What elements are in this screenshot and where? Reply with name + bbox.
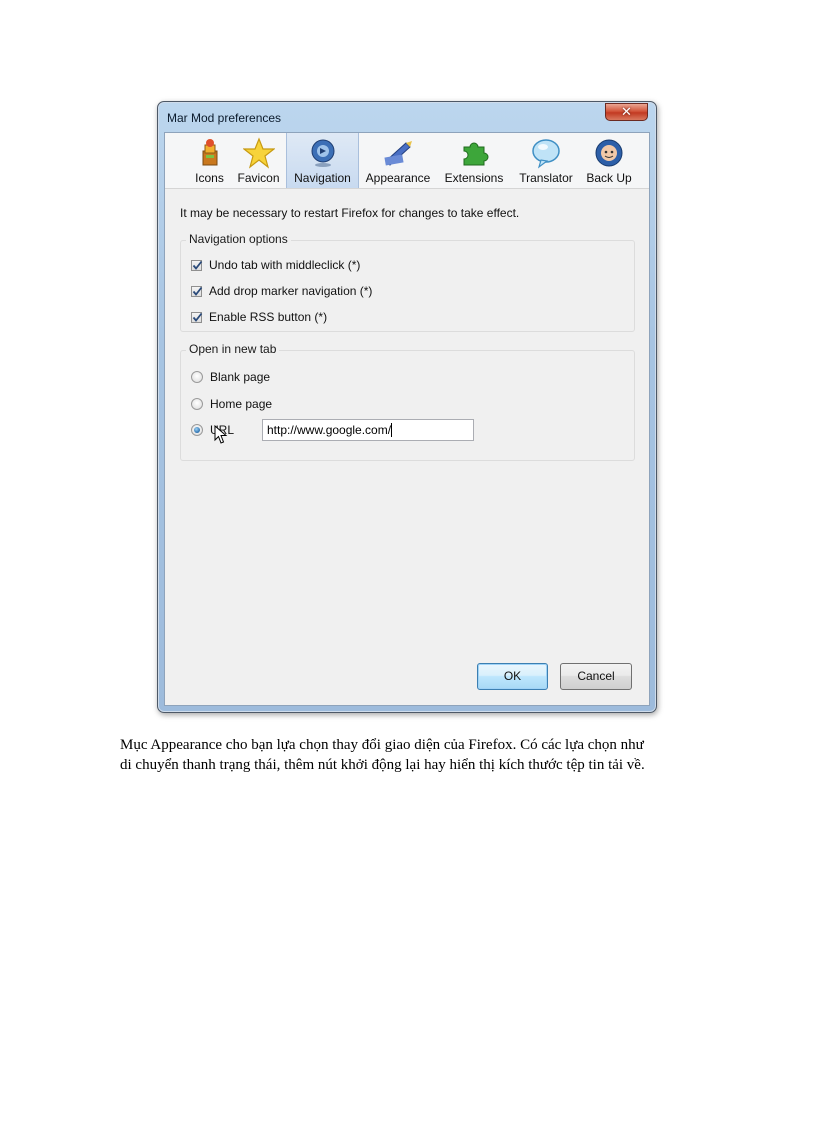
tab-navigation[interactable]: Navigation <box>286 133 359 188</box>
navigation-options-group: Navigation options Undo tab with middlec… <box>180 232 635 332</box>
star-icon <box>242 137 275 169</box>
radio-blank-page[interactable]: Blank page <box>191 368 270 386</box>
checkbox-label: Undo tab with middleclick (*) <box>209 258 361 272</box>
ok-button[interactable]: OK <box>477 663 548 690</box>
preferences-dialog: Mar Mod preferences ✕ Icons Favicon Navi… <box>157 101 657 713</box>
mouse-pointer-icon <box>214 425 228 444</box>
checkbox-drop-marker[interactable]: Add drop marker navigation (*) <box>191 282 372 300</box>
checkbox-box[interactable] <box>191 259 203 271</box>
preferences-toolbar: Icons Favicon Navigation Appearance Exte… <box>165 133 649 189</box>
radio-button[interactable] <box>191 371 203 383</box>
checkbox-rss-button[interactable]: Enable RSS button (*) <box>191 308 327 326</box>
checkmark-icon <box>192 286 203 296</box>
tab-icons-label: Icons <box>195 171 224 185</box>
window-title: Mar Mod preferences <box>167 111 282 125</box>
tab-extensions-label: Extensions <box>444 171 504 185</box>
radio-label: Home page <box>210 397 273 411</box>
restart-notice: It may be necessary to restart Firefox f… <box>180 206 520 220</box>
appearance-icon <box>384 141 412 166</box>
tab-translator-label: Translator <box>519 171 573 185</box>
checkmark-icon <box>192 312 203 322</box>
navigation-icon <box>311 139 334 167</box>
tab-back-up-label: Back Up <box>586 171 632 185</box>
open-in-new-tab-title: Open in new tab <box>186 342 280 356</box>
tab-icons[interactable]: Icons <box>188 133 231 188</box>
checkbox-undo-tab[interactable]: Undo tab with middleclick (*) <box>191 256 360 274</box>
checkbox-label: Enable RSS button (*) <box>209 310 328 324</box>
url-input-value: http://www.google.com/ <box>267 423 392 437</box>
caption-text: Mục Appearance cho bạn lựa chọn thay đổi… <box>120 735 720 775</box>
tab-back-up[interactable]: Back Up <box>581 133 637 188</box>
open-in-new-tab-group: Open in new tab Blank page Home page URL… <box>180 342 635 461</box>
navigation-options-title: Navigation options <box>186 232 291 246</box>
tab-favicon-label: Favicon <box>237 171 280 185</box>
checkbox-label: Add drop marker navigation (*) <box>209 284 373 298</box>
cancel-button[interactable]: Cancel <box>560 663 632 690</box>
radio-home-page[interactable]: Home page <box>191 395 272 413</box>
title-bar[interactable]: Mar Mod preferences ✕ <box>158 102 656 132</box>
caption-line-1: Mục Appearance cho bạn lựa chọn thay đổi… <box>120 737 644 753</box>
text-caret <box>391 423 393 437</box>
radio-label: Blank page <box>210 370 271 384</box>
url-input[interactable]: http://www.google.com/ <box>262 419 474 441</box>
checkbox-box[interactable] <box>191 311 203 323</box>
tab-appearance[interactable]: Appearance <box>359 133 437 188</box>
checkbox-box[interactable] <box>191 285 203 297</box>
tab-favicon[interactable]: Favicon <box>231 133 286 188</box>
tab-extensions[interactable]: Extensions <box>437 133 511 188</box>
dialog-client-area: Icons Favicon Navigation Appearance Exte… <box>164 132 650 706</box>
tab-appearance-label: Appearance <box>365 171 431 185</box>
close-button[interactable]: ✕ <box>605 103 648 121</box>
speech-bubble-icon <box>532 139 560 169</box>
backup-icon <box>595 139 623 167</box>
radio-button[interactable] <box>191 424 203 436</box>
tab-translator[interactable]: Translator <box>511 133 581 188</box>
radio-button[interactable] <box>191 398 203 410</box>
puzzle-icon <box>463 142 489 166</box>
icons-icon <box>202 139 217 166</box>
tab-navigation-label: Navigation <box>294 171 351 185</box>
caption-line-2: di chuyển thanh trạng thái, thêm nút khở… <box>120 757 645 773</box>
checkmark-icon <box>192 260 203 270</box>
